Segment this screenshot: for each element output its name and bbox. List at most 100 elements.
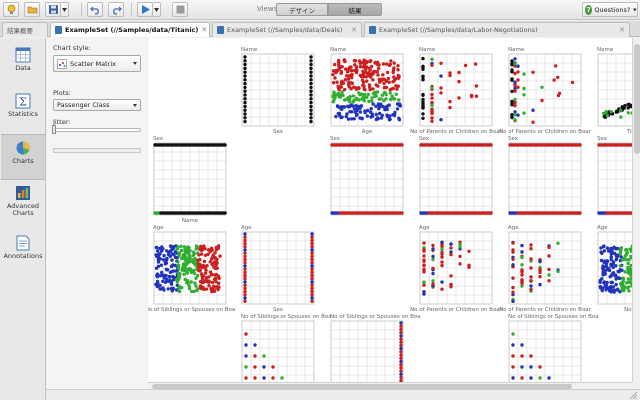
cell-top-label: Age — [597, 225, 608, 231]
data-point — [388, 88, 392, 92]
data-point — [399, 340, 403, 344]
view-design-button[interactable]: デザイン — [276, 3, 328, 16]
data-point — [353, 59, 358, 63]
data-point — [439, 91, 443, 95]
data-point — [570, 80, 575, 85]
help-button[interactable]: ? Questions? — [582, 2, 638, 17]
save-button[interactable] — [45, 2, 61, 17]
view-result-button[interactable]: 結果 — [328, 3, 382, 16]
data-point — [218, 254, 222, 258]
tab-deals[interactable]: ExampleSet (//Samples/data/Deals) ✕ — [212, 22, 362, 37]
data-point — [538, 365, 542, 369]
tab-titanic[interactable]: ExampleSet (//Samples/data/Titanic) ✕ — [50, 22, 210, 37]
data-point — [243, 254, 247, 259]
resize-grip-icon[interactable] — [628, 390, 638, 399]
data-point — [243, 270, 247, 275]
data-point — [310, 257, 314, 262]
chart-style-select[interactable]: Scatter Matrix — [53, 55, 141, 72]
data-point — [395, 87, 399, 91]
data-point — [262, 365, 266, 369]
close-icon[interactable]: ✕ — [201, 26, 207, 34]
horizontal-scrollbar[interactable] — [148, 382, 632, 389]
sidebar-item-annotations[interactable]: Annotations — [1, 230, 45, 276]
save-dropdown[interactable] — [61, 2, 69, 17]
chevron-down-icon — [133, 62, 137, 65]
data-point — [381, 62, 386, 66]
scatter-matrix-plot-area[interactable]: Name Sex Name Age Name No of Parents or Child… — [148, 38, 632, 382]
open-button[interactable] — [24, 2, 40, 17]
data-point — [310, 267, 314, 271]
data-point — [510, 89, 514, 94]
sidebar-item-advanced-charts[interactable]: Advanced Charts — [1, 180, 45, 232]
data-point — [243, 251, 247, 255]
run-dropdown[interactable] — [153, 2, 161, 17]
new-process-button[interactable] — [3, 2, 19, 17]
data-point — [165, 268, 169, 272]
data-point — [520, 354, 524, 358]
data-point — [309, 93, 313, 97]
data-point — [372, 69, 377, 74]
data-point — [474, 94, 479, 98]
stop-button[interactable] — [172, 2, 188, 17]
data-point — [520, 376, 524, 380]
data-point — [215, 266, 219, 270]
data-point — [516, 78, 520, 82]
data-point — [621, 289, 626, 293]
data-point — [520, 250, 524, 254]
close-icon[interactable]: ✕ — [351, 26, 357, 34]
data-point — [211, 255, 215, 259]
data-point — [611, 262, 615, 266]
tab-result-overview[interactable]: 結果概要 — [2, 22, 48, 37]
data-point — [529, 257, 533, 261]
cell-top-label: Age — [508, 225, 519, 231]
sidebar-item-charts[interactable]: Charts — [1, 134, 45, 180]
data-point — [609, 280, 614, 285]
data-point — [529, 266, 533, 270]
data-point — [399, 327, 403, 332]
data-point — [337, 67, 341, 71]
data-point — [538, 376, 542, 380]
tab-labor-negotiations[interactable]: ExampleSet (//Samples/data/Labor-Negotia… — [364, 22, 630, 37]
data-point — [354, 104, 358, 108]
data-point — [614, 282, 618, 287]
data-point — [243, 97, 247, 101]
data-point — [421, 97, 425, 102]
data-point — [365, 79, 369, 83]
data-point — [529, 247, 533, 251]
data-point — [394, 92, 398, 96]
data-point — [430, 107, 434, 111]
data-point — [603, 270, 607, 274]
cell-top-label: No of Siblings or Spouses on Boa — [508, 314, 599, 320]
undo-button[interactable] — [87, 2, 103, 17]
cell-bottom-label: No of Parents or Children on Boar — [499, 129, 592, 135]
data-point — [431, 266, 435, 271]
statistics-sigma-icon: Σ — [15, 93, 31, 109]
data-point — [373, 61, 377, 65]
data-point — [513, 71, 517, 76]
data-point — [243, 299, 247, 303]
data-point — [538, 259, 542, 264]
sidebar-item-data[interactable]: Data — [1, 42, 45, 88]
sidebar-item-statistics[interactable]: Σ Statistics — [1, 88, 45, 134]
data-point — [340, 79, 344, 83]
plots-select[interactable]: Passenger Class — [53, 99, 141, 111]
data-point — [160, 270, 164, 275]
cell-top-label: Age — [419, 225, 430, 231]
run-button[interactable] — [137, 2, 153, 17]
redo-button[interactable] — [108, 2, 124, 17]
close-icon[interactable]: ✕ — [619, 26, 625, 34]
data-point — [188, 249, 192, 253]
jitter-slider-thumb[interactable] — [52, 125, 56, 134]
annotations-note-icon — [16, 235, 30, 251]
data-point — [529, 279, 533, 283]
data-point — [399, 353, 403, 357]
data-point — [310, 277, 314, 281]
vertical-scroll-thumb[interactable] — [634, 44, 640, 154]
data-point — [310, 280, 314, 284]
jitter-slider-track[interactable] — [53, 128, 141, 132]
data-point — [513, 112, 517, 117]
vertical-scrollbar[interactable] — [632, 38, 640, 382]
sidebar-item-label: Statistics — [8, 110, 38, 118]
data-point — [364, 67, 368, 71]
data-point — [243, 119, 247, 124]
